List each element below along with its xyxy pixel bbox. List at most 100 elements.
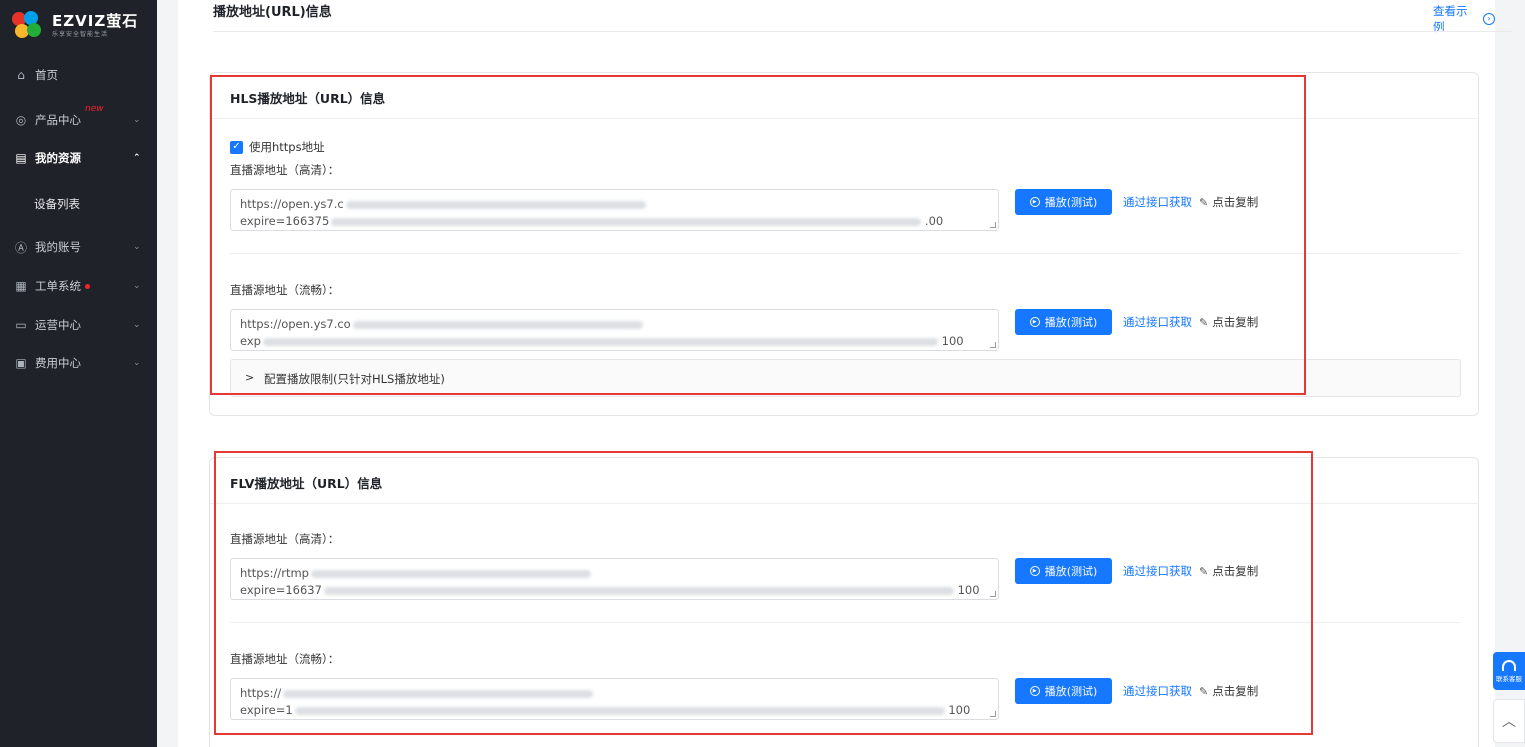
flv-card-header: FLV播放地址（URL）信息 [210,458,1478,504]
url-text: https://open.ys7.c [240,197,344,211]
url-text: 100 [941,334,964,348]
play-button-label: 播放(测试) [1044,685,1098,698]
ezviz-logo-icon [12,11,46,41]
resource-icon: ▤ [15,151,27,165]
notification-dot [85,284,90,289]
brand-name: EZVIZ萤石 [52,12,139,30]
resize-handle[interactable] [990,342,996,348]
copy-label: 点击复制 [1212,684,1259,698]
home-icon: ⌂ [17,68,25,82]
new-badge: new [85,104,104,114]
flv-card: FLV播放地址（URL）信息 直播源地址（高清）： https://rtmp e… [209,457,1479,747]
play-icon: ▶ [1029,686,1040,696]
flv-smooth-copy-link[interactable]: ✎ 点击复制 [1199,683,1258,699]
hls-smooth-api-link[interactable]: 通过接口获取 [1123,314,1192,330]
divider [230,622,1460,623]
use-https-label: 使用https地址 [249,140,325,154]
sidebar-item-label: 产品中心 [35,113,81,127]
contact-support-button[interactable]: 联系客服 [1493,652,1525,690]
flv-hd-url-field[interactable]: https://rtmp expire=16637 100 [230,558,999,600]
hls-hd-label: 直播源地址（高清）： [230,163,340,177]
play-icon: ▶ [1029,197,1040,207]
hls-card-title: HLS播放地址（URL）信息 [230,91,386,106]
url-text: expire=1 [240,703,293,717]
contact-support-label: 联系客服 [1496,674,1522,683]
sidebar-item-home[interactable]: ⌂ 首页 [0,63,157,87]
edit-icon: ✎ [1199,315,1209,329]
hls-hd-play-button[interactable]: ▶ 播放(测试) [1015,189,1112,215]
divider [230,253,1460,254]
collapse-label: 配置播放限制(只针对HLS播放地址) [264,372,445,386]
play-button-label: 播放(测试) [1044,316,1098,329]
checkmark-icon: ✓ [230,140,243,154]
chevron-down-icon: ⌄ [133,320,141,330]
sidebar-item-operations[interactable]: ▭ 运营中心 ⌄ [0,313,157,337]
divider [213,31,1513,32]
hls-smooth-copy-link[interactable]: ✎ 点击复制 [1199,314,1258,330]
hls-hd-api-link[interactable]: 通过接口获取 [1123,194,1192,210]
hls-hd-copy-link[interactable]: ✎ 点击复制 [1199,194,1258,210]
flv-card-title: FLV播放地址（URL）信息 [230,476,383,491]
headset-icon [1502,659,1516,671]
chevron-down-icon: ⌄ [133,242,141,252]
hls-card: HLS播放地址（URL）信息 ✓ 使用https地址 直播源地址（高清）： ht… [209,72,1479,416]
flv-hd-label: 直播源地址（高清）： [230,532,340,546]
url-text: exp [240,334,261,348]
sidebar-item-label: 我的资源 [35,151,81,165]
flv-hd-play-button[interactable]: ▶ 播放(测试) [1015,558,1112,584]
sidebar-item-products[interactable]: ◎ 产品中心 new ⌄ [0,104,157,132]
edit-icon: ✎ [1199,195,1209,209]
chevron-up-icon: ︿ [1502,714,1516,730]
flv-smooth-api-link[interactable]: 通过接口获取 [1123,683,1192,699]
url-text: https:// [240,686,282,700]
sidebar-item-my-account[interactable]: Ⓐ 我的账号 ⌄ [0,235,157,259]
sidebar-item-ticket-system[interactable]: ▦ 工单系统 ⌄ [0,274,157,298]
product-icon: ◎ [15,113,27,127]
resize-handle[interactable] [990,591,996,597]
edit-icon: ✎ [1199,564,1209,578]
resize-handle[interactable] [990,222,996,228]
play-button-label: 播放(测试) [1044,196,1098,209]
url-text: .00 [924,214,944,228]
chevron-down-icon: ⌄ [133,281,141,291]
flv-smooth-url-field[interactable]: https:// expire=1 100 [230,678,999,720]
ticket-icon: ▦ [15,279,27,293]
copy-label: 点击复制 [1212,195,1259,209]
flv-hd-api-link[interactable]: 通过接口获取 [1123,563,1192,579]
sidebar-item-label: 费用中心 [35,356,81,370]
sidebar: EZVIZ萤石 乐享安全智能生活 ⌂ 首页 ◎ 产品中心 new ⌄ ▤ 我的资… [0,0,157,747]
back-to-top-button[interactable]: ︿ [1493,699,1525,743]
sidebar-subitem-device-list[interactable]: 设备列表 [34,196,80,212]
url-text: 100 [957,583,980,597]
content-panel: 播放地址(URL)信息 查看示例 › HLS播放地址（URL）信息 ✓ 使用ht… [178,0,1513,747]
url-text: https://open.ys7.co [240,317,351,331]
arrow-right-circle-icon: › [1483,13,1495,25]
sidebar-item-my-resources[interactable]: ▤ 我的资源 ⌃ [0,146,157,170]
page-title: 播放地址(URL)信息 [213,5,332,20]
url-text: 100 [948,703,971,717]
hls-smooth-url-field[interactable]: https://open.ys7.co exp 100 [230,309,999,351]
account-icon: Ⓐ [14,240,27,255]
play-button-label: 播放(测试) [1044,565,1098,578]
url-text: expire=16637 [240,583,322,597]
flv-smooth-label: 直播源地址（流畅）： [230,652,340,666]
main-content: 播放地址(URL)信息 查看示例 › HLS播放地址（URL）信息 ✓ 使用ht… [157,0,1525,747]
ezviz-logo[interactable]: EZVIZ萤石 乐享安全智能生活 [12,10,152,42]
hls-smooth-play-button[interactable]: ▶ 播放(测试) [1015,309,1112,335]
flv-smooth-play-button[interactable]: ▶ 播放(测试) [1015,678,1112,704]
brand-slogan: 乐享安全智能生活 [52,31,109,38]
resize-handle[interactable] [990,711,996,717]
sidebar-item-billing[interactable]: ▣ 费用中心 ⌄ [0,351,157,375]
playback-limit-collapse[interactable]: > 配置播放限制(只针对HLS播放地址) [230,359,1461,397]
url-text: expire=166375 [240,214,330,228]
hls-smooth-label: 直播源地址（流畅）： [230,283,340,297]
sidebar-item-label: 首页 [35,68,58,82]
billing-icon: ▣ [15,356,27,370]
chevron-up-icon: ⌃ [133,153,141,163]
edit-icon: ✎ [1199,684,1209,698]
hls-hd-url-field[interactable]: https://open.ys7.c expire=166375 .00 [230,189,999,231]
copy-label: 点击复制 [1212,315,1259,329]
sidebar-item-label: 我的账号 [35,240,81,254]
use-https-checkbox[interactable]: ✓ 使用https地址 [230,139,325,155]
flv-hd-copy-link[interactable]: ✎ 点击复制 [1199,563,1258,579]
